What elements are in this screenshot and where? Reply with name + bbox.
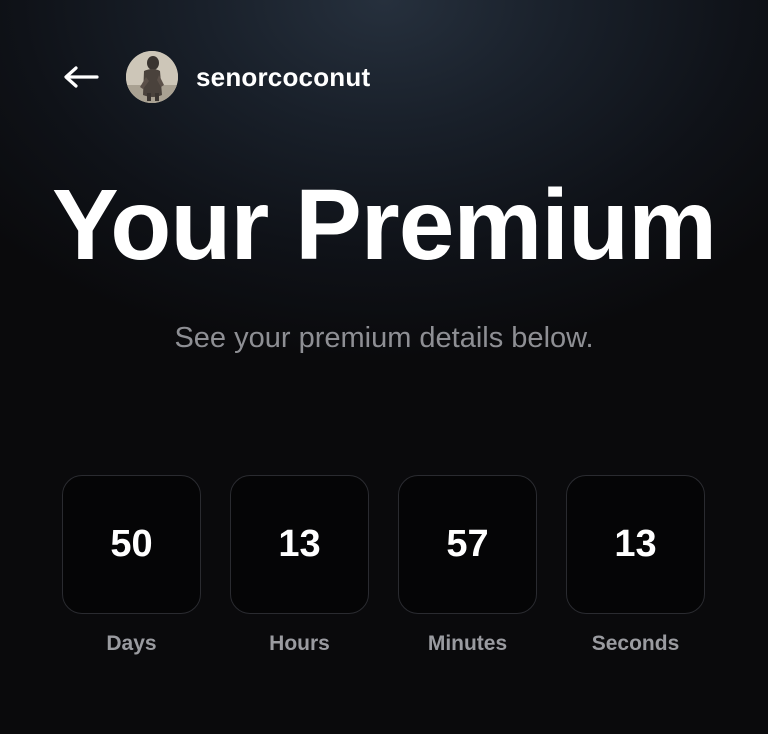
page-subtitle: See your premium details below. [174, 322, 594, 354]
countdown-value-box: 13 [230, 475, 369, 614]
countdown-value-box: 57 [398, 475, 537, 614]
countdown-value-box: 50 [62, 475, 201, 614]
countdown-label: Hours [269, 632, 330, 655]
countdown-value-box: 13 [566, 475, 705, 614]
arrow-left-icon [64, 66, 99, 88]
back-button[interactable] [62, 58, 100, 96]
page-title: Your Premium [51, 169, 717, 281]
header: senorcoconut [62, 50, 370, 104]
countdown-timer: 50 Days 13 Hours 57 Minutes 13 Seconds [62, 475, 705, 656]
countdown-seconds: 13 Seconds [566, 475, 705, 656]
avatar[interactable] [126, 51, 178, 103]
countdown-days: 50 Days [62, 475, 201, 656]
countdown-label: Seconds [591, 632, 680, 655]
avatar-image [126, 51, 178, 103]
countdown-minutes: 57 Minutes [398, 475, 537, 656]
countdown-label: Days [106, 632, 157, 655]
countdown-label: Minutes [427, 632, 508, 655]
username[interactable]: senorcoconut [196, 62, 370, 93]
countdown-hours: 13 Hours [230, 475, 369, 656]
